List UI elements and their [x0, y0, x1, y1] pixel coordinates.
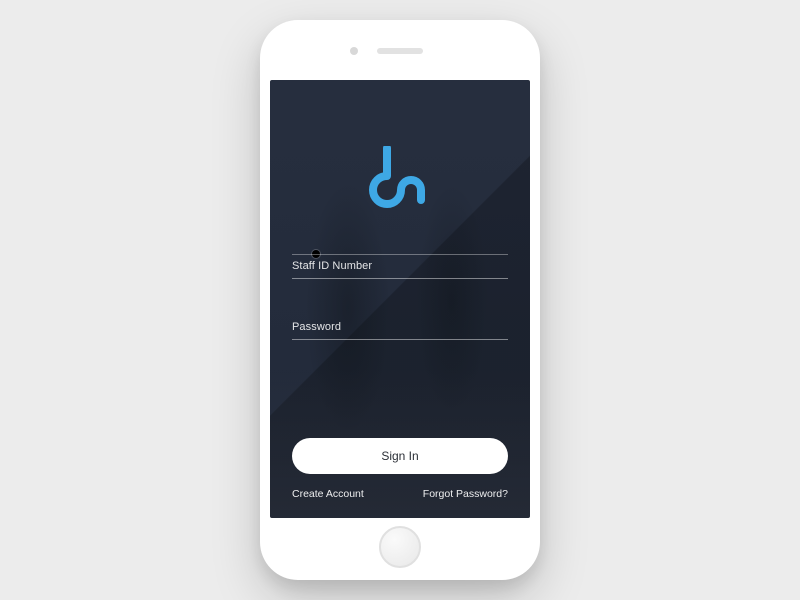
app-screen: Sign In Create Account Forgot Password?: [270, 80, 530, 518]
password-field: [292, 313, 508, 340]
footer-links: Create Account Forgot Password?: [292, 488, 508, 500]
staff-id-field: [292, 252, 508, 279]
dn-logo-icon: [365, 146, 435, 208]
phone-device-frame: Sign In Create Account Forgot Password?: [260, 20, 540, 580]
login-form: [292, 252, 508, 402]
logo-wrap: [292, 146, 508, 208]
staff-id-input[interactable]: [292, 252, 508, 279]
device-camera-dot: [350, 47, 358, 55]
forgot-password-link[interactable]: Forgot Password?: [423, 488, 508, 500]
sign-in-button[interactable]: Sign In: [292, 438, 508, 474]
device-home-button[interactable]: [379, 526, 421, 568]
device-speaker: [377, 48, 423, 54]
create-account-link[interactable]: Create Account: [292, 488, 364, 500]
password-input[interactable]: [292, 313, 508, 340]
